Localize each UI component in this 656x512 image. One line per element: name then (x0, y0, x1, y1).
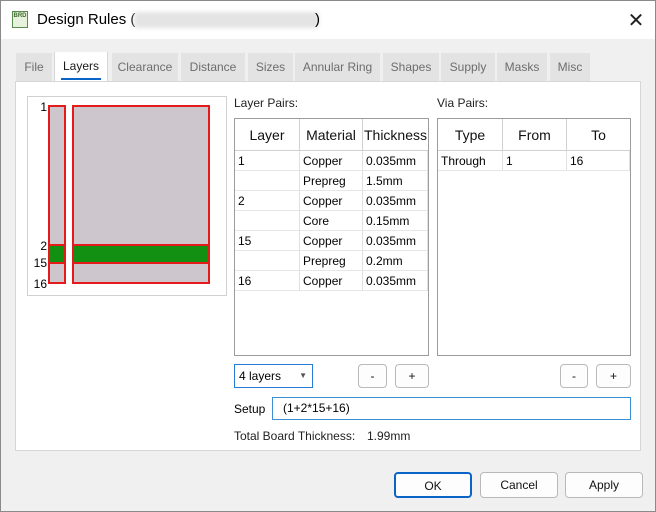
table-cell: 0.035mm (363, 191, 428, 211)
add-via-pair-button[interactable]: + (596, 364, 631, 388)
column-header-to[interactable]: To (567, 119, 630, 151)
layer-pairs-table[interactable]: Layer Material Thickness 1 Copper 0.035mm P… (234, 118, 429, 356)
table-cell: Copper (300, 151, 363, 171)
redacted-file-name (134, 12, 319, 28)
cancel-button[interactable]: Cancel (480, 472, 558, 498)
tab-misc[interactable]: Misc (550, 53, 590, 81)
table-cell: 1.5mm (363, 171, 428, 191)
table-cell: Through (438, 151, 503, 171)
table-cell (235, 251, 300, 271)
table-cell: 0.2mm (363, 251, 428, 271)
apply-button[interactable]: Apply (565, 472, 643, 498)
tab-shapes[interactable]: Shapes (383, 53, 439, 81)
brd-app-icon: BRD (12, 11, 28, 28)
tab-supply[interactable]: Supply (441, 53, 495, 81)
via-pairs-label: Via Pairs: (437, 96, 489, 110)
tab-layers[interactable]: Layers (54, 52, 108, 82)
column-header-thickness[interactable]: Thickness (363, 119, 428, 151)
stackup-layer-label: 16 (33, 277, 47, 291)
chevron-down-icon: ▼ (299, 371, 307, 380)
layer-outline-core-left (48, 244, 66, 264)
table-cell: 16 (235, 271, 300, 291)
stackup-layer-label: 15 (33, 256, 47, 270)
close-icon[interactable]: ✕ (621, 5, 651, 35)
layer-stackup-preview: 1 2 15 16 (27, 96, 227, 296)
title-bar: BRD Design Rules ( ) ✕ (1, 1, 655, 39)
table-cell: 1 (235, 151, 300, 171)
layer-count-select[interactable]: 4 layers ▼ (234, 364, 313, 388)
column-header-from[interactable]: From (503, 119, 567, 151)
tab-masks[interactable]: Masks (497, 53, 547, 81)
table-cell: 0.035mm (363, 151, 428, 171)
table-cell: 16 (567, 151, 630, 171)
total-board-thickness-value: 1.99mm (367, 429, 411, 443)
via-pairs-table[interactable]: Type From To Through 1 16 (437, 118, 631, 356)
table-cell: Prepreg (300, 251, 363, 271)
layer-outline-core-right (72, 244, 210, 264)
layer-count-value: 4 layers (239, 369, 282, 383)
dialog-title-close: ) (315, 11, 320, 28)
tab-clearance[interactable]: Clearance (112, 53, 178, 81)
table-cell: 0.15mm (363, 211, 428, 231)
tab-annular-ring[interactable]: Annular Ring (295, 53, 380, 81)
ok-button[interactable]: OK (394, 472, 472, 498)
add-layer-pair-button[interactable]: + (395, 364, 429, 388)
table-cell (235, 171, 300, 191)
table-cell: Copper (300, 231, 363, 251)
table-cell: 1 (503, 151, 567, 171)
table-cell: Core (300, 211, 363, 231)
layer-pairs-label: Layer Pairs: (234, 96, 299, 110)
remove-via-pair-button[interactable]: - (560, 364, 588, 388)
stackup-layer-label: 1 (40, 100, 47, 114)
setup-label: Setup (234, 402, 266, 416)
column-header-type[interactable]: Type (438, 119, 503, 151)
table-cell: 2 (235, 191, 300, 211)
table-cell: 0.035mm (363, 271, 428, 291)
design-rules-dialog: BRD Design Rules ( ) ✕ File Layers Clear… (0, 0, 656, 512)
column-header-material[interactable]: Material (300, 119, 363, 151)
table-cell: Prepreg (300, 171, 363, 191)
tab-sizes[interactable]: Sizes (248, 53, 293, 81)
setup-field[interactable]: (1+2*15+16) (272, 397, 631, 420)
dialog-title: Design Rules ( (37, 11, 136, 28)
remove-layer-pair-button[interactable]: - (358, 364, 387, 388)
column-header-layer[interactable]: Layer (235, 119, 300, 151)
table-cell: 15 (235, 231, 300, 251)
table-cell (235, 211, 300, 231)
table-cell: 0.035mm (363, 231, 428, 251)
tab-file[interactable]: File (16, 53, 52, 81)
total-board-thickness-label: Total Board Thickness: (234, 429, 356, 443)
table-cell: Copper (300, 191, 363, 211)
tab-distance[interactable]: Distance (181, 53, 245, 81)
stackup-layer-label: 2 (40, 239, 47, 253)
table-cell: Copper (300, 271, 363, 291)
